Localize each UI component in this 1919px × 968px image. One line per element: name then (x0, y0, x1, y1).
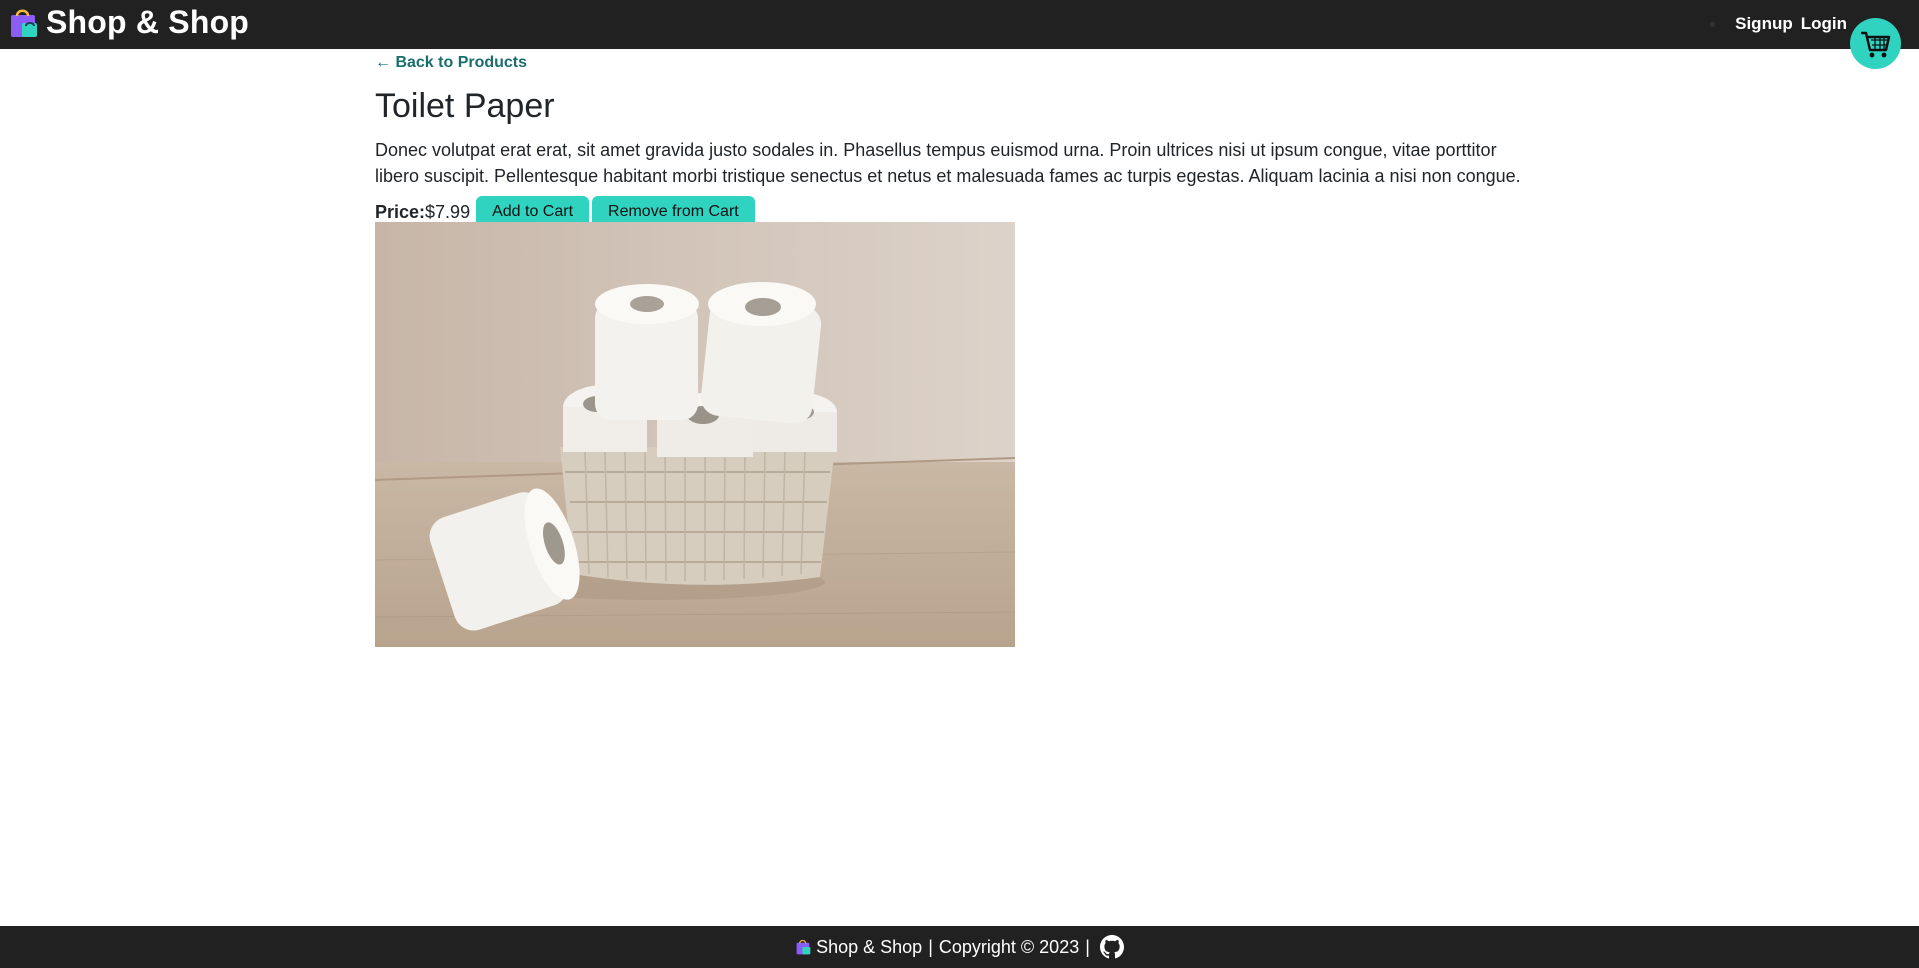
shopping-bag-icon (8, 6, 42, 40)
signup-link[interactable]: Signup (1735, 14, 1793, 34)
footer-separator-2: | (1085, 936, 1090, 957)
top-navbar: Shop & Shop Signup Login (0, 0, 1919, 49)
brand-name: Shop & Shop (46, 4, 250, 40)
cart-button[interactable] (1850, 18, 1901, 69)
shopping-bag-icon (795, 938, 813, 956)
github-icon[interactable] (1099, 935, 1124, 959)
nav-links: Signup Login (1710, 14, 1847, 34)
footer-separator: | (928, 936, 933, 957)
product-title: Toilet Paper (375, 87, 555, 125)
footer-brand: Shop & Shop (816, 936, 923, 957)
nav-separator-dot (1710, 21, 1716, 27)
price-value: $7.99 (425, 201, 471, 222)
brand-link[interactable]: Shop & Shop (8, 4, 249, 41)
login-link[interactable]: Login (1801, 14, 1847, 34)
footer: Shop & Shop | Copyright © 2023 | (0, 926, 1919, 968)
product-image (375, 222, 1015, 647)
product-description: Donec volutpat erat erat, sit amet gravi… (375, 140, 1521, 186)
shopping-cart-icon (1860, 31, 1890, 57)
back-to-products-link[interactable]: ← Back to Products (375, 52, 527, 74)
price-label: Price: (375, 201, 426, 222)
product-detail: ← Back to Products Toilet Paper Donec vo… (375, 52, 1535, 228)
footer-copyright: Copyright © 2023 (938, 936, 1080, 957)
